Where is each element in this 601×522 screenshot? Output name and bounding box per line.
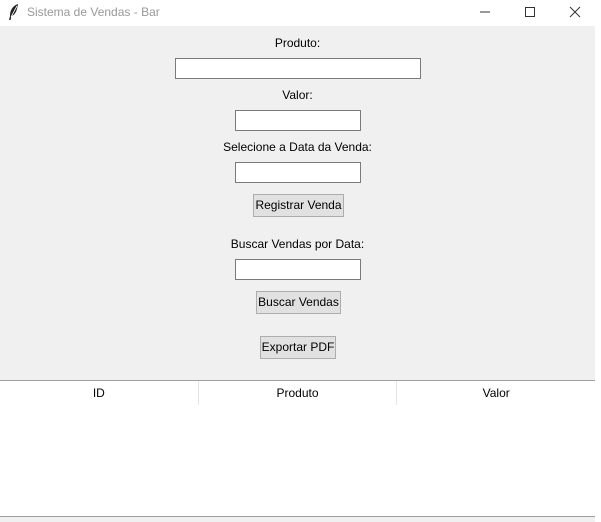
app-window: Sistema de Vendas - Bar Produto: Valor: …: [0, 0, 601, 522]
buscar-data-label: Buscar Vendas por Data:: [230, 237, 365, 251]
maximize-button[interactable]: [507, 0, 553, 24]
exportar-pdf-button[interactable]: Exportar PDF: [260, 336, 336, 359]
window-title: Sistema de Vendas - Bar: [27, 5, 160, 19]
sales-table[interactable]: ID Produto Valor: [0, 380, 595, 517]
title-bar[interactable]: Sistema de Vendas - Bar: [0, 0, 601, 26]
minimize-icon: [479, 6, 491, 18]
registrar-venda-button[interactable]: Registrar Venda: [253, 194, 344, 217]
horizontal-scrollbar[interactable]: [0, 516, 595, 522]
buscar-data-input[interactable]: [235, 259, 361, 280]
produto-label: Produto:: [274, 36, 321, 50]
table-body[interactable]: [0, 405, 595, 517]
produto-input[interactable]: [175, 58, 421, 79]
maximize-icon: [524, 6, 536, 18]
data-venda-label: Selecione a Data da Venda:: [223, 140, 372, 154]
column-header-valor[interactable]: Valor: [396, 381, 595, 405]
data-venda-input[interactable]: [235, 162, 361, 183]
buscar-vendas-button[interactable]: Buscar Vendas: [256, 291, 341, 314]
sales-form: Produto: Valor: Selecione a Data da Vend…: [0, 26, 595, 380]
valor-label: Valor:: [282, 88, 313, 102]
column-header-produto[interactable]: Produto: [197, 381, 397, 405]
minimize-button[interactable]: [462, 0, 508, 24]
close-icon: [569, 6, 581, 18]
valor-input[interactable]: [235, 110, 361, 131]
close-button[interactable]: [552, 0, 598, 24]
column-header-id[interactable]: ID: [0, 381, 198, 405]
table-header: ID Produto Valor: [0, 381, 595, 405]
feather-icon: [8, 4, 20, 20]
